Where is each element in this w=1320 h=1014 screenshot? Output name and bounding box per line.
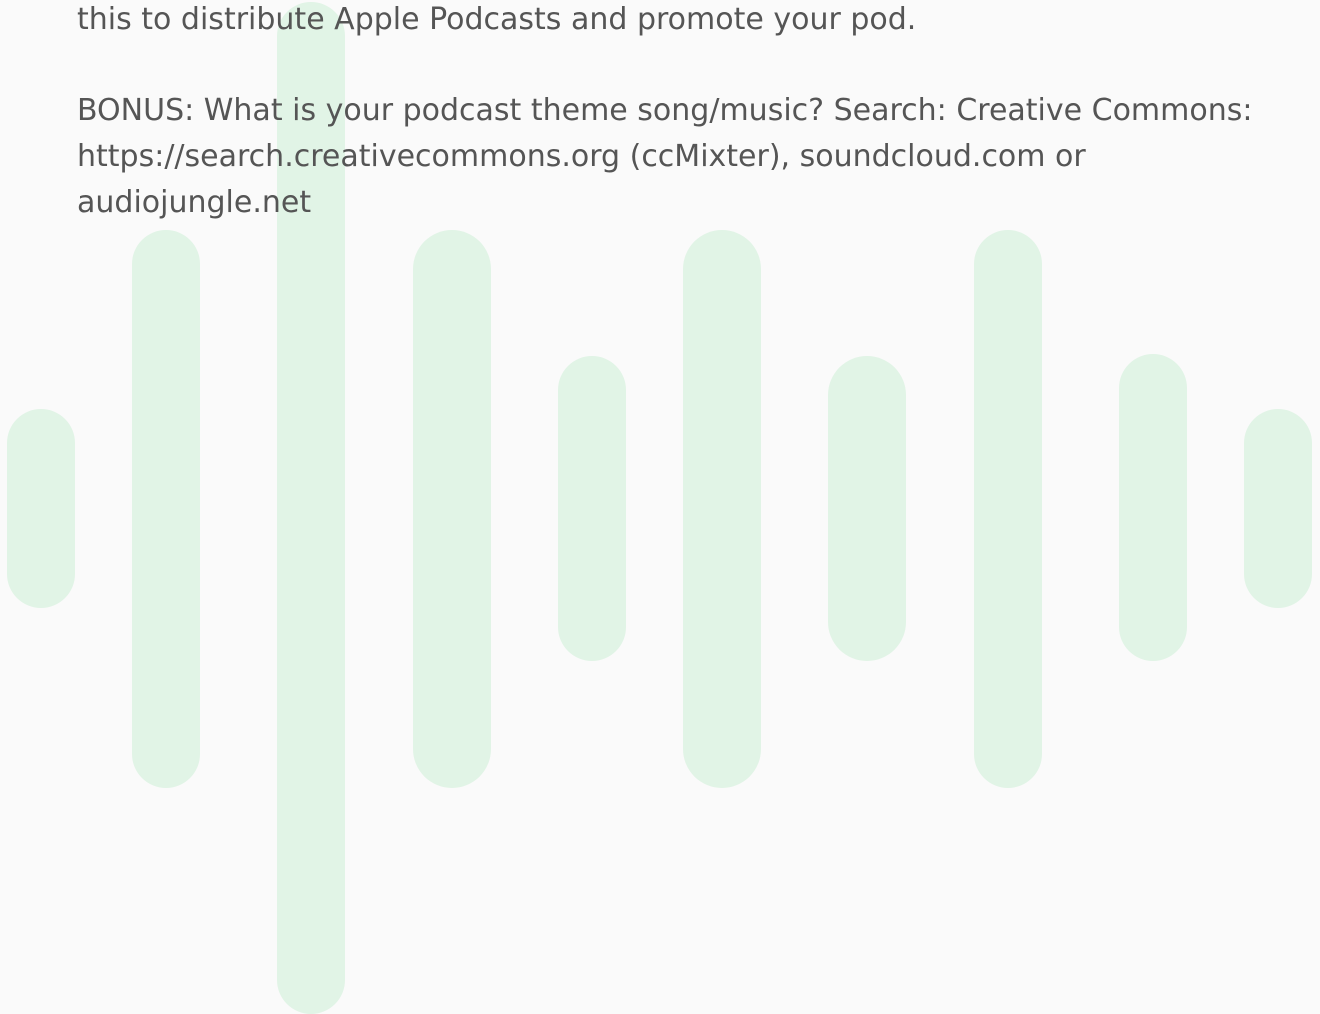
waveform-bar xyxy=(828,356,906,661)
waveform-bar xyxy=(1244,409,1312,608)
distribution-note: this to distribute Apple Podcasts and pr… xyxy=(77,2,917,37)
waveform-bar xyxy=(413,230,491,788)
waveform-bar xyxy=(683,230,761,788)
waveform-bar xyxy=(974,230,1042,788)
waveform-bar xyxy=(132,230,200,788)
waveform-bar xyxy=(7,409,75,608)
waveform-bar xyxy=(1119,354,1187,661)
document-page: this to distribute Apple Podcasts and pr… xyxy=(0,0,1320,1014)
bonus-paragraph: BONUS: What is your podcast theme song/m… xyxy=(77,93,1253,220)
waveform-bar xyxy=(558,356,626,661)
